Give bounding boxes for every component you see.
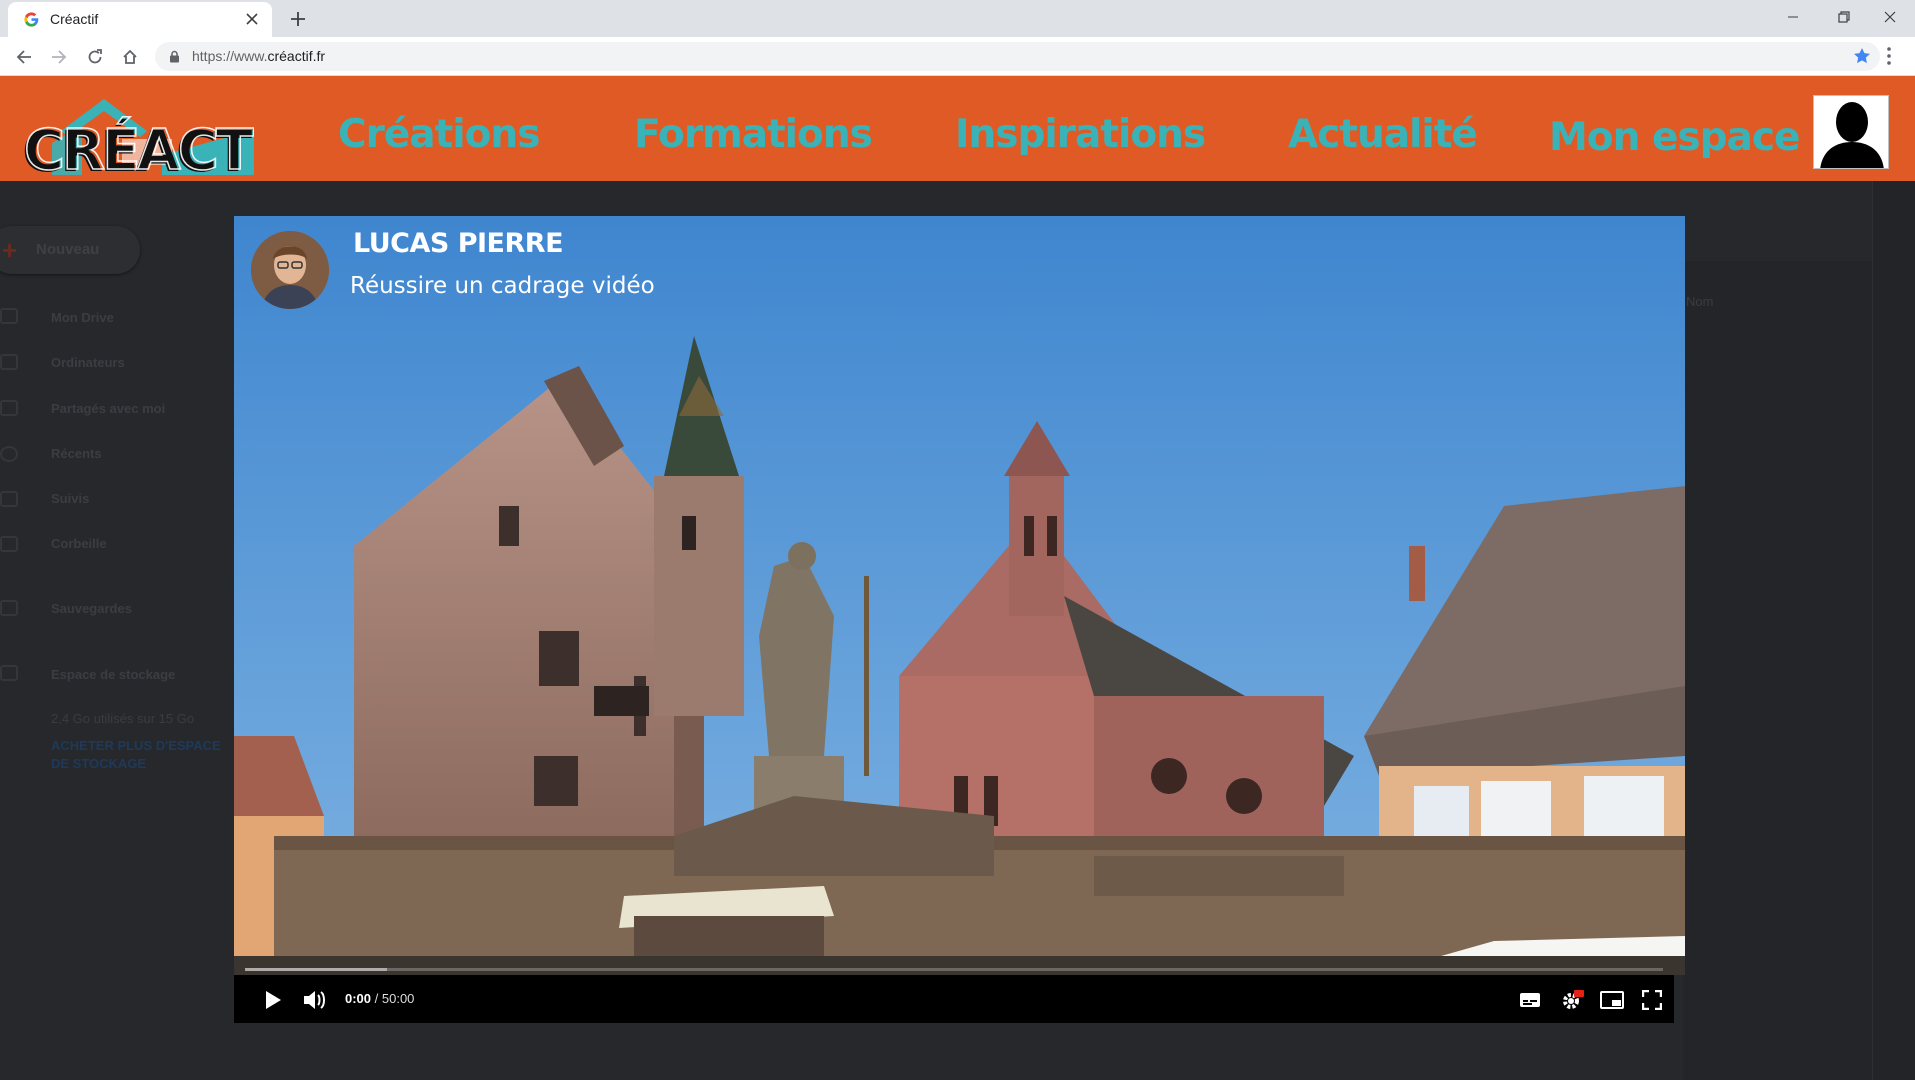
backup-icon xyxy=(0,600,18,616)
duration: / 50:00 xyxy=(374,991,415,1006)
bookmark-star-icon[interactable] xyxy=(1852,46,1872,66)
sidebar-item-suivis[interactable]: Suivis xyxy=(51,491,89,506)
nav-creations[interactable]: Créations xyxy=(338,112,540,157)
new-button-label: Nouveau xyxy=(36,241,100,258)
star-icon xyxy=(0,491,18,507)
new-tab-icon[interactable] xyxy=(286,7,310,31)
browser-tab[interactable]: Créactif xyxy=(8,2,272,37)
buy-storage-link-line1[interactable]: ACHETER PLUS D'ESPACE xyxy=(51,737,221,754)
browser-toolbar: https://www.créactif.fr xyxy=(0,37,1915,76)
video-player[interactable]: LUCAS PIERRE Réussire un cadrage vidéo xyxy=(234,216,1685,975)
settings-gear-icon[interactable] xyxy=(1559,987,1585,1013)
clock-icon xyxy=(0,446,18,462)
reload-icon[interactable] xyxy=(83,45,107,69)
google-favicon-icon xyxy=(24,12,39,27)
lock-icon xyxy=(170,50,179,63)
subtitles-icon[interactable] xyxy=(1517,987,1543,1013)
current-time: 0:00 xyxy=(345,991,372,1006)
sidebar-item-ordinateurs[interactable]: Ordinateurs xyxy=(51,355,125,370)
author-photo xyxy=(251,231,329,309)
tab-title: Créactif xyxy=(50,11,99,27)
close-window-icon[interactable] xyxy=(1861,0,1915,33)
progress-buffer xyxy=(245,968,387,971)
url-text: https://www.créactif.fr xyxy=(192,48,326,64)
time-display: 0:00 / 50:00 xyxy=(345,991,414,1006)
storage-icon xyxy=(0,665,18,681)
plus-icon: + xyxy=(2,235,18,265)
sort-by-name[interactable]: Nom xyxy=(1686,294,1713,309)
side-rail xyxy=(1872,181,1915,1080)
sidebar-item-partages[interactable]: Partagés avec moi xyxy=(51,401,165,416)
author-avatar[interactable] xyxy=(251,231,329,309)
video-frame-village-scene xyxy=(234,216,1685,975)
play-icon[interactable] xyxy=(260,987,286,1013)
sidebar-item-recents[interactable]: Récents xyxy=(51,446,102,461)
nav-actualite[interactable]: Actualité xyxy=(1288,112,1478,157)
sidebar-item-mon-drive[interactable]: Mon Drive xyxy=(51,310,114,325)
user-silhouette-icon xyxy=(1820,102,1884,168)
browser-menu-icon[interactable] xyxy=(1886,46,1892,66)
nav-mon-espace[interactable]: Mon espace xyxy=(1549,115,1800,160)
volume-icon[interactable] xyxy=(302,987,328,1013)
video-title: Réussire un cadrage vidéo xyxy=(350,273,655,299)
drive-icon xyxy=(0,308,18,324)
storage-usage-text: 2,4 Go utilisés sur 15 Go xyxy=(51,711,195,726)
shared-icon xyxy=(0,400,18,416)
author-name[interactable]: LUCAS PIERRE xyxy=(353,228,564,259)
nav-inspirations[interactable]: Inspirations xyxy=(955,112,1206,157)
close-tab-icon[interactable] xyxy=(242,9,262,29)
sidebar-item-corbeille[interactable]: Corbeille xyxy=(51,536,107,551)
home-icon[interactable] xyxy=(118,45,142,69)
creactif-logo[interactable]: CRÉACTIF CRÉACTIF xyxy=(22,95,254,175)
forward-arrow-icon[interactable] xyxy=(47,45,71,69)
miniplayer-icon[interactable] xyxy=(1599,987,1625,1013)
details-panel xyxy=(1683,261,1873,1080)
new-button[interactable]: + Nouveau xyxy=(0,226,140,274)
trash-icon xyxy=(0,536,18,552)
fullscreen-icon[interactable] xyxy=(1639,987,1665,1013)
back-arrow-icon[interactable] xyxy=(12,45,36,69)
nav-formations[interactable]: Formations xyxy=(634,112,873,157)
address-bar[interactable]: https://www.créactif.fr xyxy=(155,42,1880,71)
browser-tab-strip: Créactif xyxy=(0,0,1915,37)
computer-icon xyxy=(0,354,18,370)
video-controls: 0:00 / 50:00 xyxy=(234,968,1674,1023)
site-header: CRÉACTIF CRÉACTIF Créations Formations I… xyxy=(0,76,1915,181)
svg-text:CRÉACTIF: CRÉACTIF xyxy=(24,117,254,175)
sidebar-item-sauvegardes[interactable]: Sauvegardes xyxy=(51,601,132,616)
progress-bar[interactable] xyxy=(245,968,1663,971)
buy-storage-link-line2[interactable]: DE STOCKAGE xyxy=(51,755,146,772)
minimize-icon[interactable] xyxy=(1764,0,1822,33)
profile-avatar[interactable] xyxy=(1813,95,1889,169)
sidebar-item-stockage[interactable]: Espace de stockage xyxy=(51,667,175,682)
